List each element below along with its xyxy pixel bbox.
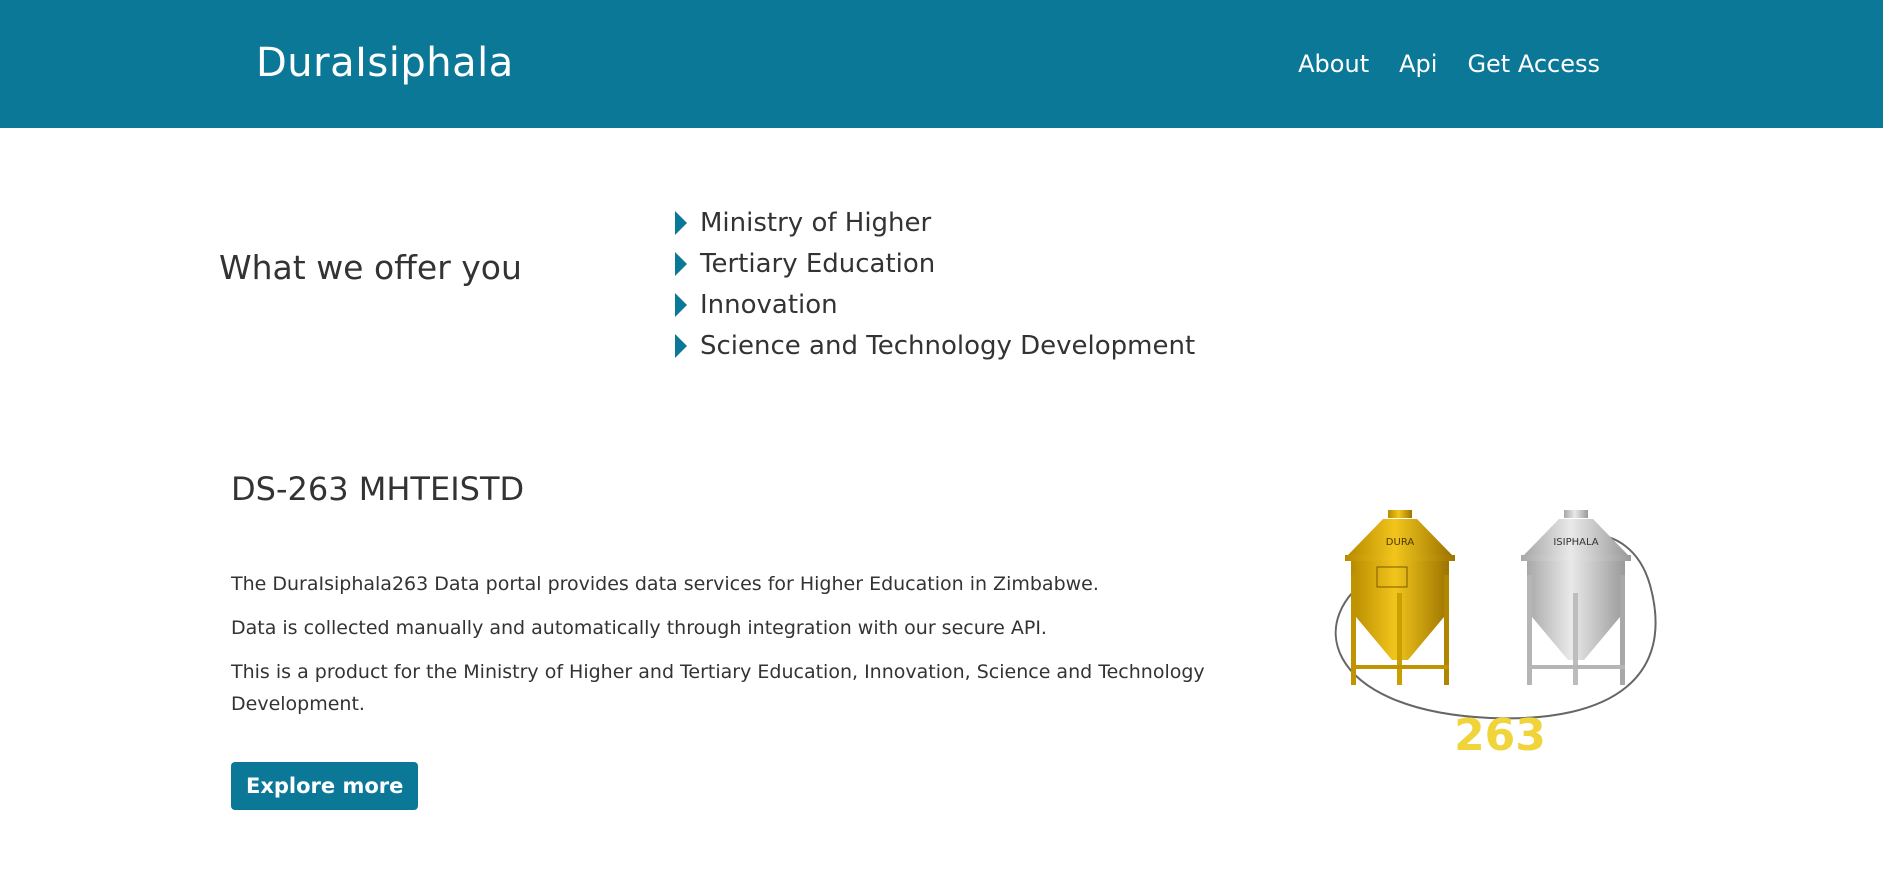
offer-item-label: Ministry of Higher <box>700 207 932 238</box>
intro-paragraph: This is a product for the Ministry of Hi… <box>231 661 1205 715</box>
logo-number: 263 <box>1454 710 1546 761</box>
dura-label: DURA <box>1386 537 1415 548</box>
offer-item: Science and Technology Development <box>675 325 1195 366</box>
intro-paragraph: The DuraIsiphala263 Data portal provides… <box>231 573 1099 595</box>
offer-item-label: Science and Technology Development <box>700 330 1196 361</box>
top-navbar: DuraIsiphala About Api Get Access <box>0 0 1883 128</box>
isiphala-silo-icon: ISIPHALA <box>1521 510 1631 685</box>
isiphala-label: ISIPHALA <box>1553 537 1598 548</box>
dura-silo-icon: DURA <box>1345 510 1455 685</box>
offer-list: Ministry of Higher Tertiary Education In… <box>675 202 1195 366</box>
nav-link-api[interactable]: Api <box>1399 50 1437 78</box>
caret-right-icon <box>675 292 687 317</box>
nav-link-get-access[interactable]: Get Access <box>1467 50 1600 78</box>
offer-item: Tertiary Education <box>675 243 1195 284</box>
offer-item-label: Innovation <box>700 289 838 320</box>
nav-link-about[interactable]: About <box>1298 50 1369 78</box>
silos-logo-graphic: DURA ISIPHALA 263 <box>1334 510 1657 761</box>
intro-section: DS-263 MHTEISTD The DuraIsiphala263 Data… <box>231 470 1231 810</box>
caret-right-icon <box>675 333 687 358</box>
caret-right-icon <box>675 210 687 235</box>
offer-item: Innovation <box>675 284 1195 325</box>
offer-item: Ministry of Higher <box>675 202 1195 243</box>
offer-heading: What we offer you <box>219 248 522 287</box>
explore-more-button[interactable]: Explore more <box>231 762 419 810</box>
duraisiphala-logo: DURA ISIPHALA 263 <box>1315 505 1660 765</box>
page-title: DS-263 MHTEISTD <box>231 470 525 508</box>
nav-links: About Api Get Access <box>1298 50 1600 78</box>
intro-paragraph: Data is collected manually and automatic… <box>231 617 1047 639</box>
caret-right-icon <box>675 251 687 276</box>
offer-item-label: Tertiary Education <box>700 248 936 279</box>
brand-link[interactable]: DuraIsiphala <box>256 40 514 86</box>
